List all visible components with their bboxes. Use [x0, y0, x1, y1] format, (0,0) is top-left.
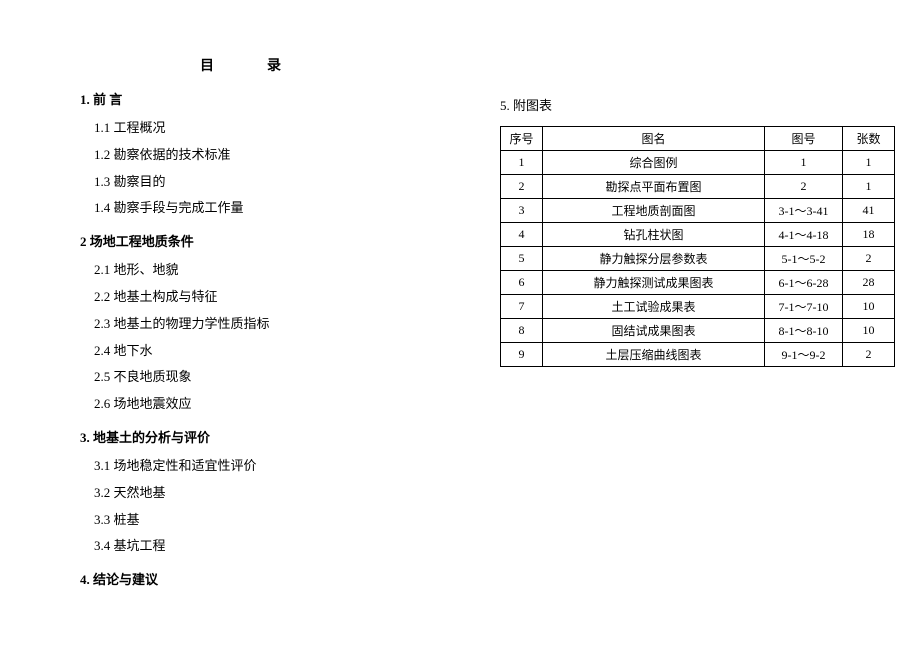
appendix-heading: 5. 附图表 — [500, 95, 895, 114]
title-char-2: 录 — [267, 59, 283, 74]
header-seq: 序号 — [501, 127, 543, 151]
cell-num: 3-1～3-41 — [765, 199, 843, 223]
table-row: 1 综合图例 1 1 — [501, 151, 895, 175]
cell-seq: 6 — [501, 271, 543, 295]
cell-num: 7-1～7-10 — [765, 295, 843, 319]
toc-item: 2.2 地基土构成与特征 — [94, 287, 460, 308]
table-row: 8 固结试成果图表 8-1～8-10 10 — [501, 319, 895, 343]
table-row: 3 工程地质剖面图 3-1～3-41 41 — [501, 199, 895, 223]
cell-num: 4-1～4-18 — [765, 223, 843, 247]
cell-seq: 2 — [501, 175, 543, 199]
toc-item: 1.1 工程概况 — [94, 118, 460, 139]
toc-item: 2.5 不良地质现象 — [94, 367, 460, 388]
cell-name: 工程地质剖面图 — [543, 199, 765, 223]
cell-name: 勘探点平面布置图 — [543, 175, 765, 199]
cell-seq: 1 — [501, 151, 543, 175]
cell-count: 10 — [843, 319, 895, 343]
table-row: 2 勘探点平面布置图 2 1 — [501, 175, 895, 199]
toc-item: 1.4 勘察手段与完成工作量 — [94, 198, 460, 219]
cell-name: 静力触探分层参数表 — [543, 247, 765, 271]
cell-name: 土层压缩曲线图表 — [543, 343, 765, 367]
table-row: 4 钻孔柱状图 4-1～4-18 18 — [501, 223, 895, 247]
toc-item: 1.2 勘察依据的技术标准 — [94, 145, 460, 166]
cell-count: 10 — [843, 295, 895, 319]
cell-name: 综合图例 — [543, 151, 765, 175]
appendix-table: 序号 图名 图号 张数 1 综合图例 1 1 2 勘探点平面布置图 2 1 3 … — [500, 126, 895, 367]
cell-count: 2 — [843, 247, 895, 271]
cell-count: 2 — [843, 343, 895, 367]
toc-title: 目 录 — [200, 55, 460, 75]
cell-seq: 8 — [501, 319, 543, 343]
cell-seq: 7 — [501, 295, 543, 319]
section-1-heading: 1. 前 言 — [80, 89, 460, 108]
cell-num: 2 — [765, 175, 843, 199]
cell-count: 1 — [843, 175, 895, 199]
cell-seq: 3 — [501, 199, 543, 223]
header-num: 图号 — [765, 127, 843, 151]
cell-name: 土工试验成果表 — [543, 295, 765, 319]
toc-left-column: 目 录 1. 前 言 1.1 工程概况 1.2 勘察依据的技术标准 1.3 勘察… — [80, 55, 460, 598]
table-row: 5 静力触探分层参数表 5-1～5-2 2 — [501, 247, 895, 271]
cell-count: 28 — [843, 271, 895, 295]
toc-right-column: 5. 附图表 序号 图名 图号 张数 1 综合图例 1 1 2 勘探点平面布置图… — [500, 95, 895, 367]
cell-count: 41 — [843, 199, 895, 223]
table-row: 9 土层压缩曲线图表 9-1～9-2 2 — [501, 343, 895, 367]
cell-num: 6-1～6-28 — [765, 271, 843, 295]
cell-num: 5-1～5-2 — [765, 247, 843, 271]
header-count: 张数 — [843, 127, 895, 151]
cell-seq: 4 — [501, 223, 543, 247]
toc-item: 3.1 场地稳定性和适宜性评价 — [94, 456, 460, 477]
toc-item: 1.3 勘察目的 — [94, 172, 460, 193]
cell-name: 固结试成果图表 — [543, 319, 765, 343]
table-row: 7 土工试验成果表 7-1～7-10 10 — [501, 295, 895, 319]
toc-item: 2.6 场地地震效应 — [94, 394, 460, 415]
cell-num: 8-1～8-10 — [765, 319, 843, 343]
cell-name: 静力触探测试成果图表 — [543, 271, 765, 295]
cell-count: 1 — [843, 151, 895, 175]
toc-item: 2.3 地基土的物理力学性质指标 — [94, 314, 460, 335]
toc-item: 3.3 桩基 — [94, 510, 460, 531]
section-2-heading: 2 场地工程地质条件 — [80, 231, 460, 250]
toc-item: 3.4 基坑工程 — [94, 536, 460, 557]
cell-num: 1 — [765, 151, 843, 175]
section-4-heading: 4. 结论与建议 — [80, 569, 460, 588]
table-header-row: 序号 图名 图号 张数 — [501, 127, 895, 151]
cell-num: 9-1～9-2 — [765, 343, 843, 367]
toc-item: 3.2 天然地基 — [94, 483, 460, 504]
toc-item: 2.4 地下水 — [94, 341, 460, 362]
cell-name: 钻孔柱状图 — [543, 223, 765, 247]
cell-count: 18 — [843, 223, 895, 247]
section-3-heading: 3. 地基土的分析与评价 — [80, 427, 460, 446]
header-name: 图名 — [543, 127, 765, 151]
table-row: 6 静力触探测试成果图表 6-1～6-28 28 — [501, 271, 895, 295]
toc-item: 2.1 地形、地貌 — [94, 260, 460, 281]
cell-seq: 9 — [501, 343, 543, 367]
cell-seq: 5 — [501, 247, 543, 271]
title-char-1: 目 — [200, 59, 216, 74]
